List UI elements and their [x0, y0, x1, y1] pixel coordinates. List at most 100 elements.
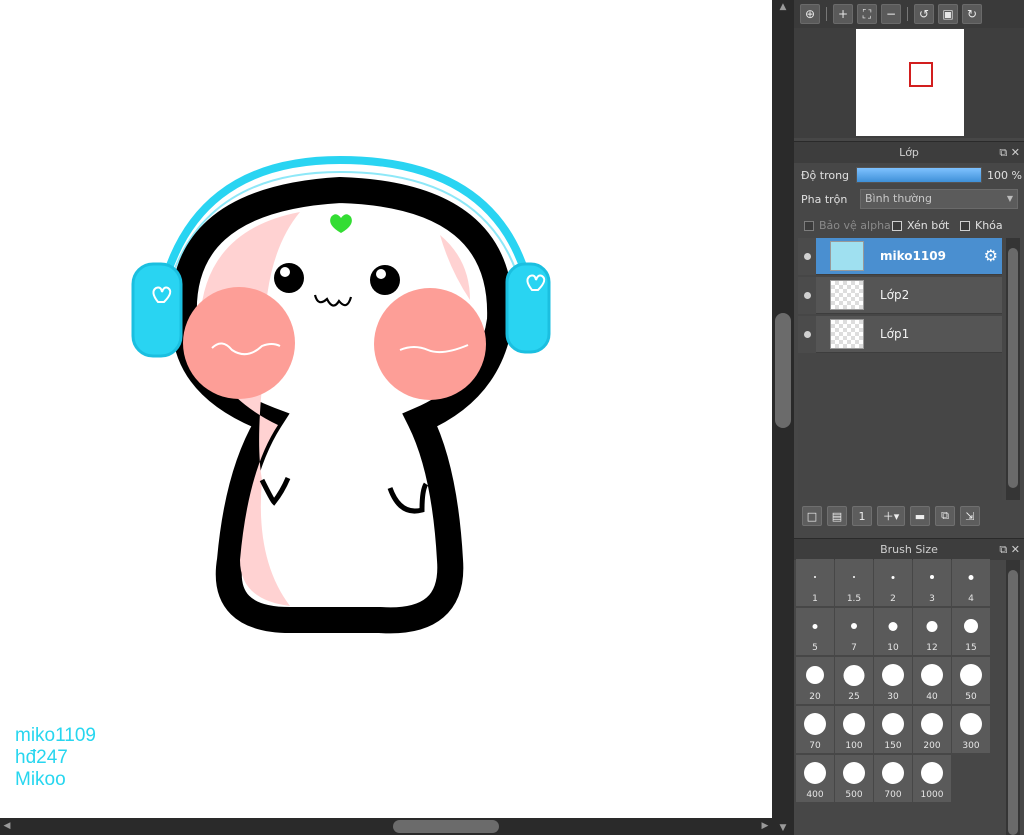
brush-size-panel-header: Brush Size ⧉ ✕ — [794, 538, 1024, 560]
gear-icon[interactable]: ⚙ — [984, 247, 998, 265]
zoom-fit-icon[interactable]: ⊕ — [800, 4, 820, 24]
brush-size-option[interactable]: 70 — [796, 706, 834, 753]
brush-size-value: 7 — [851, 643, 857, 653]
scroll-down-icon[interactable]: ▼ — [777, 823, 789, 833]
layer-thumbnail — [830, 319, 864, 349]
opacity-slider-fill — [857, 168, 981, 182]
brush-dot-icon — [882, 713, 904, 735]
protect-alpha-checkbox[interactable]: Bảo vệ alpha — [804, 219, 891, 232]
toolbar-divider — [907, 7, 908, 21]
layer-row[interactable]: Lớp1 — [798, 316, 1002, 353]
folder-icon[interactable]: ▬ — [910, 506, 930, 526]
brush-size-option[interactable]: 7 — [835, 608, 873, 655]
scroll-thumb[interactable] — [393, 820, 499, 833]
brush-size-option[interactable]: 1 — [796, 559, 834, 606]
scroll-left-icon[interactable]: ◀ — [2, 820, 12, 833]
brush-size-value: 5 — [812, 643, 818, 653]
chevron-down-icon: ▼ — [1006, 194, 1013, 203]
app-window: miko1109 hđ247 Mikoo ▲ ▼ ◀ ▶ ⊕ + ⛶ − ↺ ▣… — [0, 0, 1024, 835]
rotate-right-icon[interactable]: ↻ — [962, 4, 982, 24]
brush-size-value: 20 — [809, 692, 821, 702]
merge-layer-icon[interactable]: ⇲ — [960, 506, 980, 526]
brush-size-option[interactable]: 1.5 — [835, 559, 873, 606]
brush-dot-icon — [814, 576, 816, 578]
zoom-out-icon[interactable]: − — [881, 4, 901, 24]
brush-size-option[interactable]: 15 — [952, 608, 990, 655]
blend-mode-select[interactable]: Bình thường ▼ — [860, 189, 1018, 209]
brush-size-option[interactable]: 400 — [796, 755, 834, 802]
brush-dot-icon — [960, 664, 982, 686]
brush-size-option[interactable]: 2 — [874, 559, 912, 606]
brush-size-option[interactable]: 30 — [874, 657, 912, 704]
new-layer-icon[interactable]: □ — [802, 506, 822, 526]
layer-row[interactable]: Lớp2 — [798, 277, 1002, 314]
rotate-left-icon[interactable]: ↺ — [914, 4, 934, 24]
brush-size-option[interactable]: 20 — [796, 657, 834, 704]
brush-size-option[interactable]: 12 — [913, 608, 951, 655]
brush-size-option[interactable]: 10 — [874, 608, 912, 655]
navigator-preview[interactable] — [794, 28, 1024, 138]
scroll-right-icon[interactable]: ▶ — [760, 820, 770, 833]
canvas-horizontal-scrollbar[interactable]: ◀ ▶ — [0, 818, 772, 835]
scroll-up-icon[interactable]: ▲ — [777, 2, 789, 12]
layer-name: miko1109 — [880, 249, 946, 263]
duplicate-layer-icon[interactable]: ⧉ — [935, 506, 955, 526]
popout-icon[interactable]: ⧉ — [999, 543, 1007, 556]
brush-size-value: 200 — [923, 741, 941, 751]
brush-size-option[interactable]: 500 — [835, 755, 873, 802]
brush-size-value: 500 — [845, 790, 863, 800]
brush-dot-icon — [888, 621, 898, 631]
brush-size-option[interactable]: 5 — [796, 608, 834, 655]
opacity-slider[interactable] — [856, 167, 982, 183]
scroll-thumb[interactable] — [1008, 248, 1018, 488]
lock-checkbox[interactable]: Khóa — [960, 219, 1003, 232]
brush-size-option[interactable]: 200 — [913, 706, 951, 753]
brush-size-value: 1 — [812, 594, 818, 604]
fullscreen-icon[interactable]: ▣ — [938, 4, 958, 24]
layer-name: Lớp2 — [880, 288, 910, 302]
new-bitmap-layer-icon[interactable]: 1 — [852, 506, 872, 526]
clipping-checkbox[interactable]: Xén bớt — [892, 219, 949, 232]
brush-size-option[interactable]: 50 — [952, 657, 990, 704]
brush-size-option[interactable]: 25 — [835, 657, 873, 704]
brush-size-value: 3 — [929, 594, 935, 604]
brush-size-option[interactable]: 150 — [874, 706, 912, 753]
layer-list: miko1109 ⚙ Lớp2 Lớp1 — [798, 238, 1002, 500]
new-raster-layer-icon[interactable]: ▤ — [827, 506, 847, 526]
opacity-label: Độ trong — [801, 169, 850, 182]
drawing-canvas[interactable]: miko1109 hđ247 Mikoo — [0, 0, 772, 818]
brush-size-option[interactable]: 100 — [835, 706, 873, 753]
scroll-thumb[interactable] — [775, 313, 791, 428]
close-icon[interactable]: ✕ — [1011, 146, 1020, 159]
navigator-toolbar: ⊕ + ⛶ − ↺ ▣ ↻ — [794, 0, 1024, 28]
brush-dot-icon — [853, 576, 855, 578]
brush-dot-icon — [968, 574, 974, 580]
popout-icon[interactable]: ⧉ — [999, 146, 1007, 159]
scroll-thumb[interactable] — [1008, 570, 1018, 835]
fit-screen-icon[interactable]: ⛶ — [857, 4, 877, 24]
brush-size-option[interactable]: 4 — [952, 559, 990, 606]
visibility-icon[interactable] — [798, 238, 816, 275]
brush-size-option[interactable]: 700 — [874, 755, 912, 802]
layer-row[interactable]: miko1109 ⚙ — [798, 238, 1002, 275]
close-icon[interactable]: ✕ — [1011, 543, 1020, 556]
brush-size-option[interactable]: 3 — [913, 559, 951, 606]
brush-dot-icon — [851, 623, 857, 629]
layer-name: Lớp1 — [880, 327, 910, 341]
navigator-viewport-frame[interactable] — [909, 62, 933, 87]
visibility-icon[interactable] — [798, 316, 816, 353]
brush-size-option[interactable]: 300 — [952, 706, 990, 753]
brush-size-option[interactable]: 40 — [913, 657, 951, 704]
brush-dot-icon — [843, 664, 865, 686]
canvas-vertical-scrollbar[interactable]: ▲ ▼ — [772, 0, 794, 835]
layer-thumbnail — [830, 241, 864, 271]
add-layer-menu-icon[interactable]: ＋▾ — [877, 506, 905, 526]
watermark-line: Mikoo — [15, 769, 66, 790]
visibility-icon[interactable] — [798, 277, 816, 314]
brush-size-option[interactable]: 1000 — [913, 755, 951, 802]
zoom-in-icon[interactable]: + — [833, 4, 853, 24]
layer-list-scrollbar[interactable] — [1006, 238, 1020, 500]
brush-dot-icon — [812, 623, 818, 629]
brush-size-value: 12 — [926, 643, 938, 653]
brush-size-scrollbar[interactable] — [1006, 560, 1020, 835]
